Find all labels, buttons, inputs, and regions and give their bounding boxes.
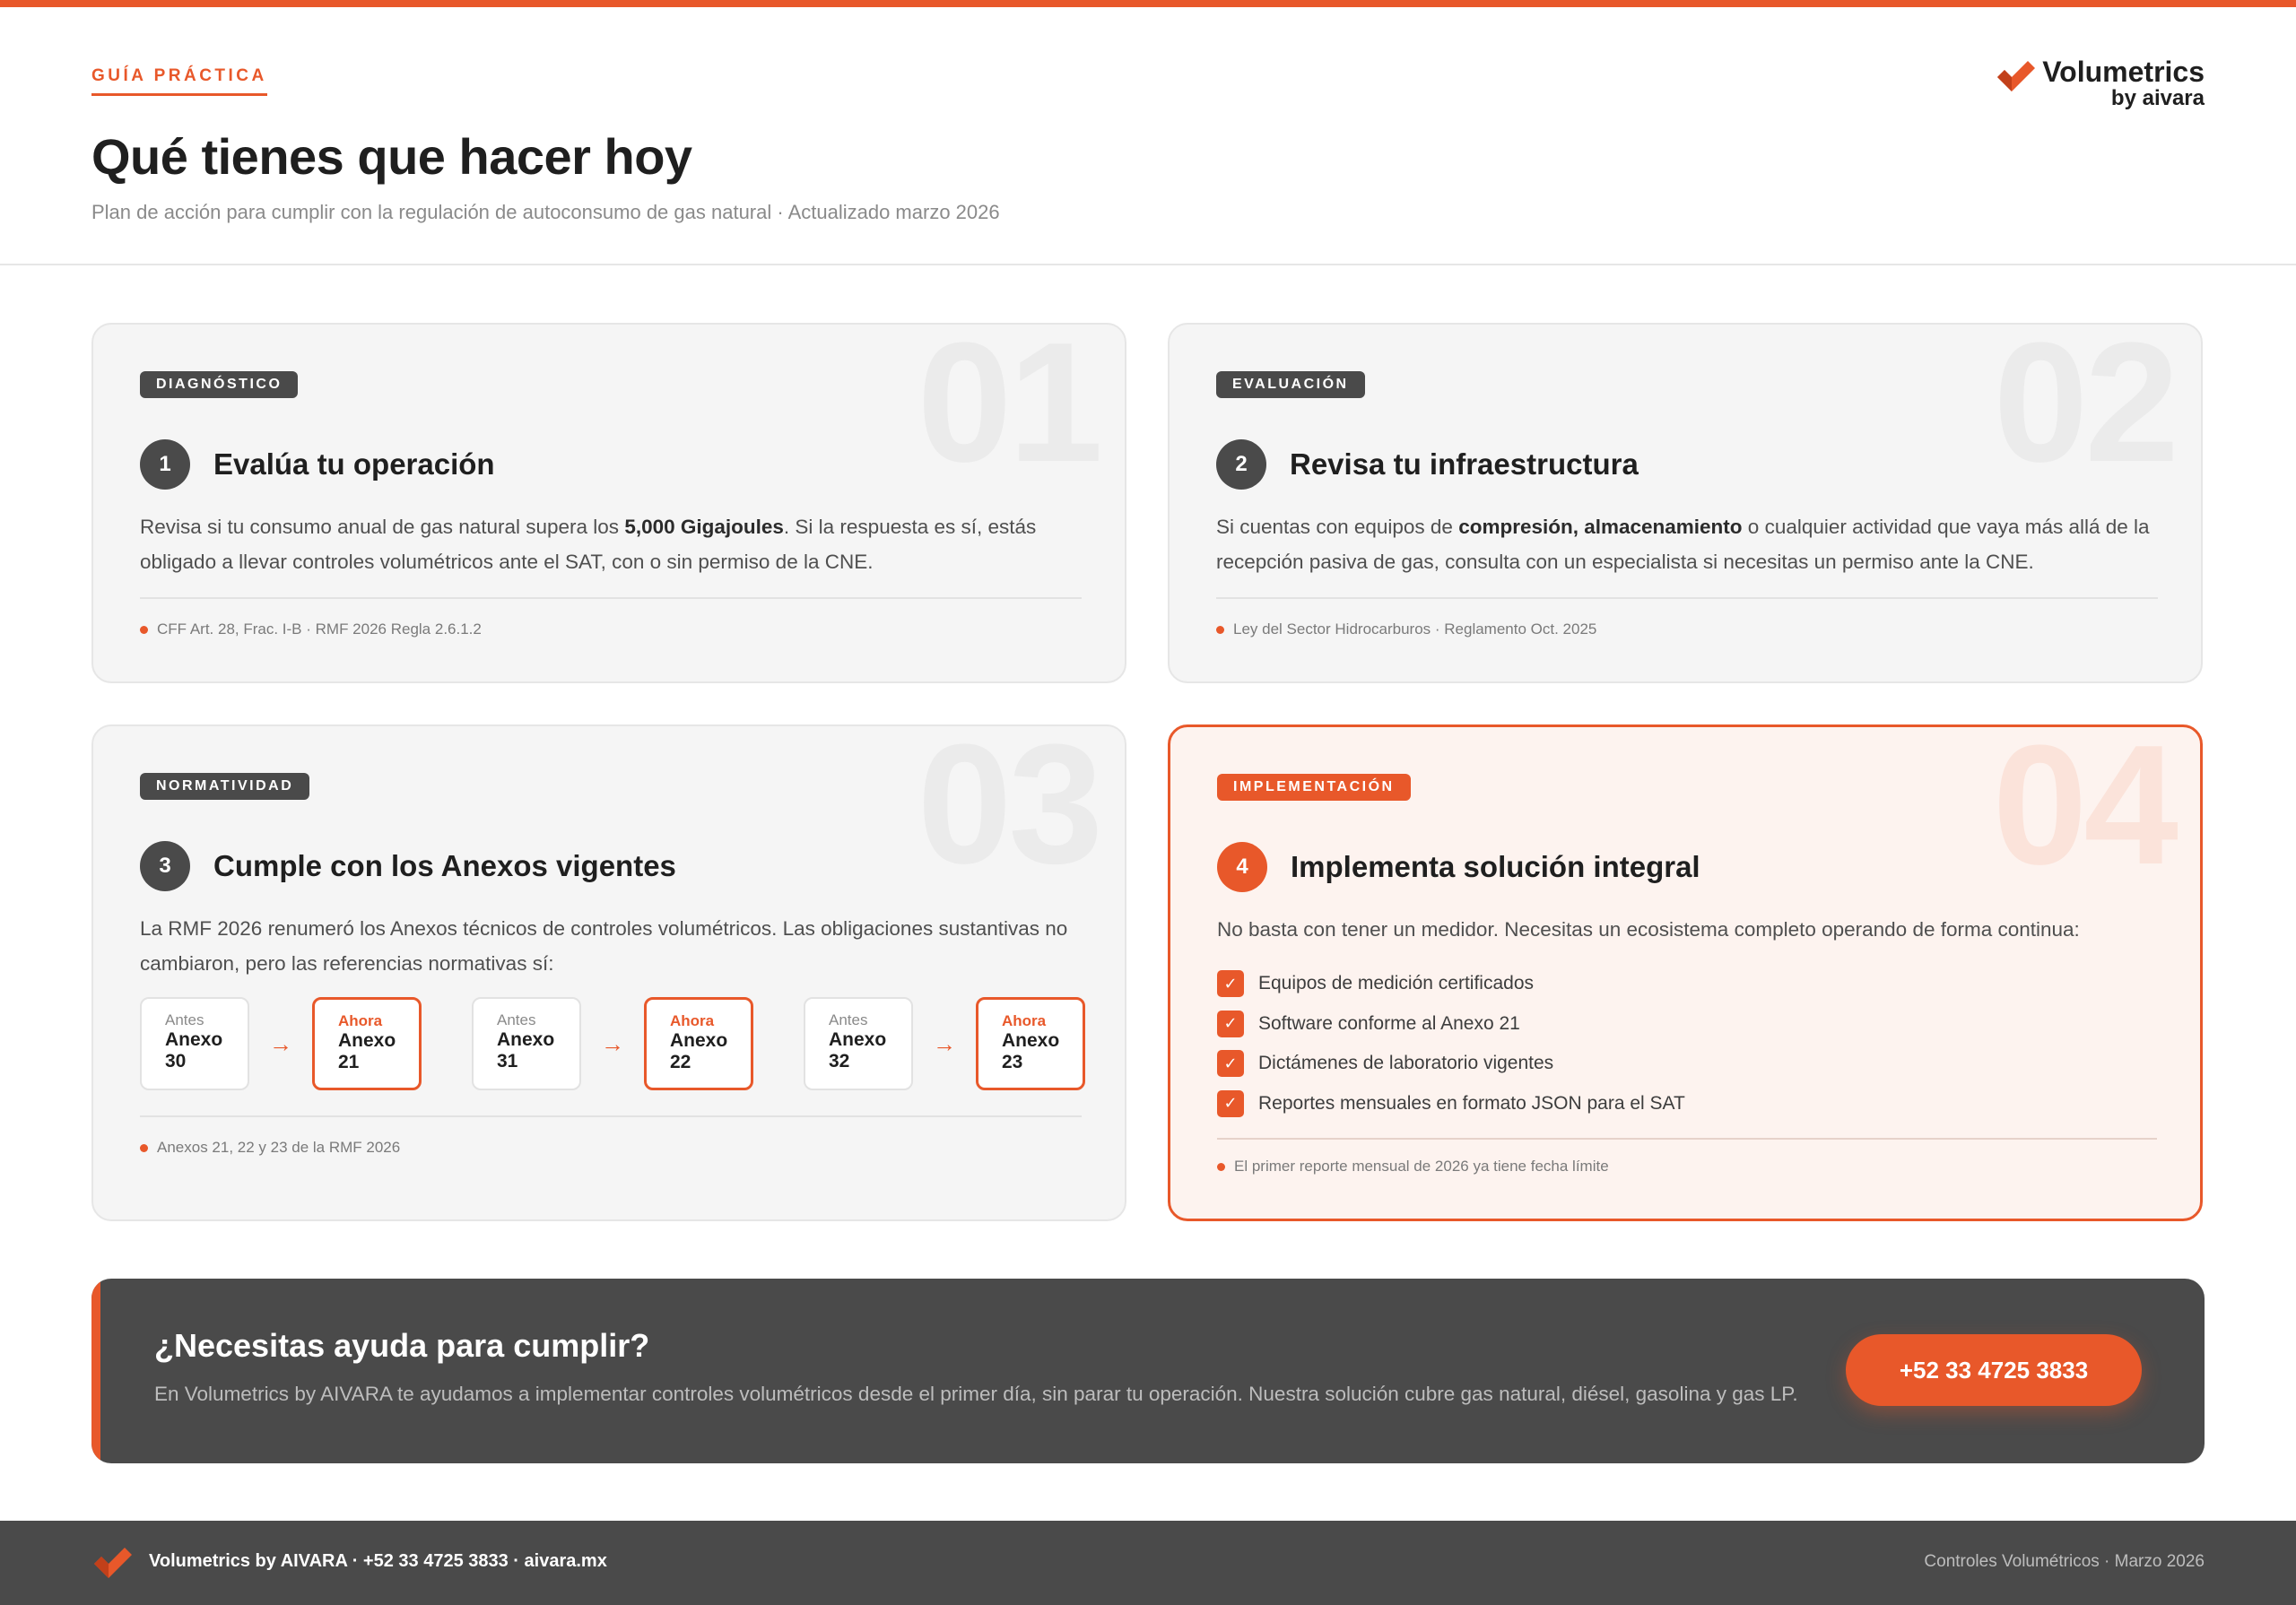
- anexo-after-box: Ahora Anexo 21: [312, 997, 422, 1090]
- checkmark-logo-icon: [94, 1548, 132, 1578]
- page-title: Qué tienes que hacer hoy: [91, 128, 692, 185]
- checklist-item: ✓ Software conforme al Anexo 21: [1217, 1004, 1685, 1045]
- category-tag: DIAGNÓSTICO: [140, 371, 299, 398]
- card-number-watermark: 03: [917, 724, 1103, 899]
- bullet-dot-icon: [140, 625, 148, 634]
- bullet-dot-icon: [1216, 625, 1224, 634]
- arrow-right-icon: →: [269, 1029, 292, 1057]
- category-tag: NORMATIVIDAD: [140, 773, 310, 800]
- deadline-note: El primer reporte mensual de 2026 ya tie…: [1217, 1158, 1609, 1176]
- step-heading: 3 Cumple con los Anexos vigentes: [140, 841, 676, 891]
- step-description: La RMF 2026 renumeró los Anexos técnicos…: [140, 917, 1068, 975]
- divider: [140, 597, 1082, 599]
- anexo-renumbering-table: Antes Anexo 30 → Ahora Anexo 21 Antes An…: [140, 997, 1085, 1090]
- highlighted-term: compresión, almacenamiento: [1458, 516, 1743, 538]
- cta-description: En Volumetrics by AIVARA te ayudamos a i…: [154, 1383, 1798, 1405]
- anexo-before-box: Antes Anexo 32: [804, 997, 913, 1090]
- checklist-item: ✓ Reportes mensuales en formato JSON par…: [1217, 1084, 1685, 1124]
- legal-reference: Anexos 21, 22 y 23 de la RMF 2026: [140, 1139, 400, 1157]
- card-number-watermark: 01: [917, 323, 1103, 498]
- brand-name: Volumetrics: [2042, 56, 2205, 88]
- divider: [1217, 1138, 2157, 1140]
- step-number-badge: 1: [140, 439, 190, 490]
- page-subtitle: Plan de acción para cumplir con la regul…: [91, 201, 1000, 223]
- checklist-item: ✓ Equipos de medición certificados: [1217, 964, 1685, 1004]
- divider: [1216, 597, 2158, 599]
- step-number-badge: 4: [1217, 842, 1267, 892]
- checkmark-icon: ✓: [1217, 1050, 1244, 1078]
- step-card-normatividad: 03 NORMATIVIDAD 3 Cumple con los Anexos …: [91, 724, 1126, 1221]
- cta-accent-stripe: [91, 1279, 100, 1463]
- checkmark-logo-icon: [1997, 61, 2036, 91]
- step-heading: 1 Evalúa tu operación: [140, 439, 495, 490]
- anexo-after-box: Ahora Anexo 23: [976, 997, 1085, 1090]
- footer-contact: Volumetrics by AIVARA · +52 33 4725 3833…: [149, 1551, 607, 1571]
- step-heading: 4 Implementa solución integral: [1217, 842, 1700, 892]
- brand-subname: by aivara: [2110, 86, 2205, 110]
- category-tag: IMPLEMENTACIÓN: [1217, 774, 1411, 801]
- category-tag: EVALUACIÓN: [1216, 371, 1365, 398]
- step-description: Si cuentas con equipos de compresión, al…: [1216, 516, 2150, 573]
- bullet-dot-icon: [1217, 1162, 1225, 1171]
- help-cta-banner: ¿Necesitas ayuda para cumplir? En Volume…: [91, 1279, 2205, 1463]
- checkmark-icon: ✓: [1217, 1089, 1244, 1117]
- brand-logo: Volumetrics by aivara: [1996, 57, 2205, 109]
- step-number-badge: 3: [140, 841, 190, 891]
- page-footer: Volumetrics by AIVARA · +52 33 4725 3833…: [0, 1521, 2296, 1605]
- page-header: GUÍA PRÁCTICA Qué tienes que hacer hoy P…: [0, 7, 2296, 265]
- highlighted-term: 5,000 Gigajoules: [624, 516, 784, 538]
- anexo-before-box: Antes Anexo 30: [140, 997, 249, 1090]
- anexo-before-box: Antes Anexo 31: [472, 997, 581, 1090]
- step-card-implementacion: 04 IMPLEMENTACIÓN 4 Implementa solución …: [1168, 724, 2203, 1221]
- legal-reference: CFF Art. 28, Frac. I-B · RMF 2026 Regla …: [140, 620, 482, 638]
- divider: [140, 1115, 1082, 1117]
- legal-reference: Ley del Sector Hidrocarburos · Reglament…: [1216, 620, 1596, 638]
- step-title: Evalúa tu operación: [213, 447, 495, 481]
- step-title: Implementa solución integral: [1291, 850, 1700, 883]
- step-description: Revisa si tu consumo anual de gas natura…: [140, 516, 1037, 573]
- cta-title: ¿Necesitas ayuda para cumplir?: [154, 1327, 650, 1364]
- anexo-after-box: Ahora Anexo 22: [644, 997, 753, 1090]
- step-description: No basta con tener un medidor. Necesitas…: [1217, 918, 2080, 941]
- card-number-watermark: 02: [1993, 323, 2179, 498]
- checkmark-icon: ✓: [1217, 1010, 1244, 1037]
- arrow-right-icon: →: [933, 1029, 956, 1057]
- bullet-dot-icon: [140, 1143, 148, 1152]
- step-title: Cumple con los Anexos vigentes: [213, 849, 676, 882]
- checklist-item: ✓ Dictámenes de laboratorio vigentes: [1217, 1044, 1685, 1084]
- step-heading: 2 Revisa tu infraestructura: [1216, 439, 1639, 490]
- step-card-evaluacion: 02 EVALUACIÓN 2 Revisa tu infraestructur…: [1168, 323, 2203, 683]
- checkmark-icon: ✓: [1217, 970, 1244, 998]
- arrow-right-icon: →: [601, 1029, 624, 1057]
- step-title: Revisa tu infraestructura: [1290, 447, 1639, 481]
- requirements-checklist: ✓ Equipos de medición certificados ✓ Sof…: [1217, 964, 1685, 1124]
- footer-doc-label: Controles Volumétricos · Marzo 2026: [1924, 1552, 2205, 1571]
- step-card-diagnostico: 01 DIAGNÓSTICO 1 Evalúa tu operación Rev…: [91, 323, 1126, 683]
- top-accent-bar: [0, 0, 2296, 7]
- card-number-watermark: 04: [1992, 724, 2179, 900]
- call-phone-button[interactable]: +52 33 4725 3833: [1846, 1334, 2142, 1406]
- step-number-badge: 2: [1216, 439, 1266, 490]
- eyebrow-label: GUÍA PRÁCTICA: [91, 66, 267, 96]
